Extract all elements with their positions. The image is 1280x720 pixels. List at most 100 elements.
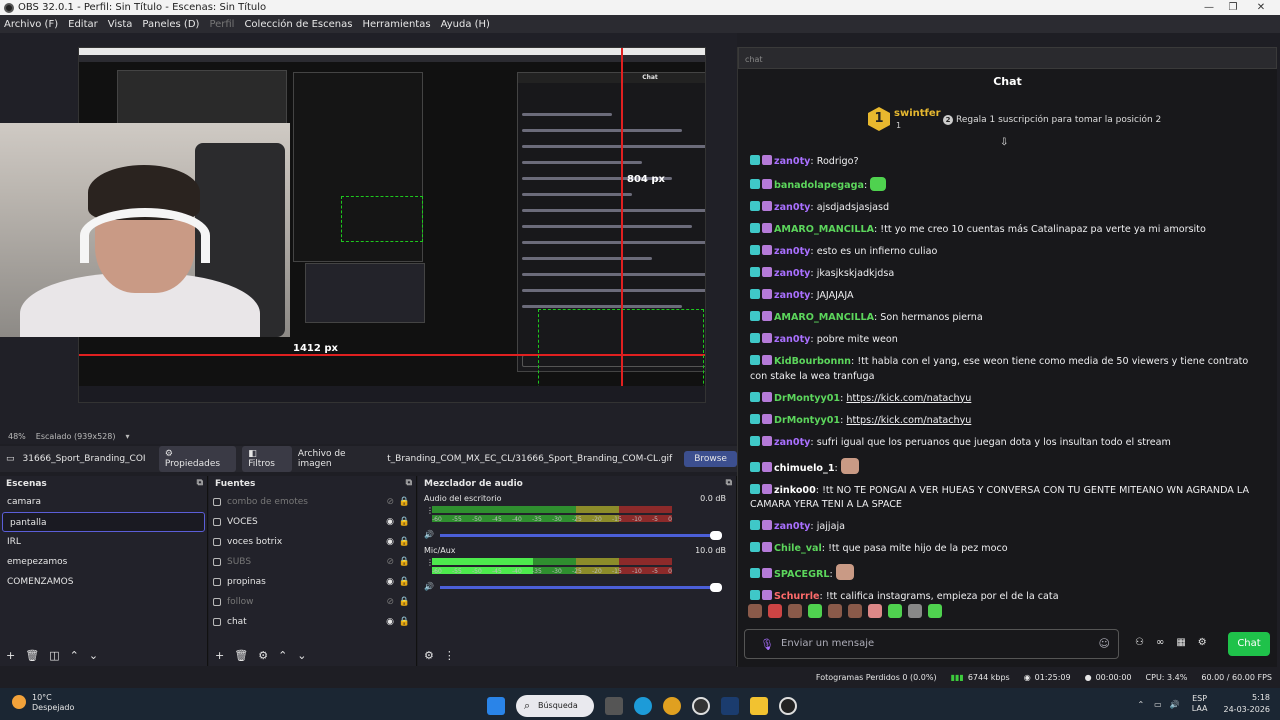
lock-icon[interactable]: 🔒 <box>399 552 410 572</box>
chat-username[interactable]: zinko00 <box>774 485 816 496</box>
source-item[interactable]: combo de emotes ⊘ 🔒 <box>209 492 416 512</box>
lock-icon[interactable]: 🔒 <box>399 612 410 632</box>
collapse-icon[interactable]: ⇩ <box>1000 137 1008 148</box>
minimize-button[interactable]: — <box>1196 0 1222 15</box>
chat-username[interactable]: Chile_val <box>774 543 822 554</box>
chat-username[interactable]: zan0ty <box>774 290 810 301</box>
volume-slider[interactable] <box>440 583 722 592</box>
source-item[interactable]: SUBS ⊘ 🔒 <box>209 552 416 572</box>
chat-username[interactable]: banadolapegaga <box>774 180 864 191</box>
emoji-icon[interactable]: ☺ <box>1099 637 1110 650</box>
close-button[interactable]: ✕ <box>1248 0 1274 15</box>
scene-item[interactable]: IRL <box>0 532 207 552</box>
volume-icon[interactable]: 🔊 <box>1170 700 1180 709</box>
slider-knob[interactable] <box>710 531 722 540</box>
source-item[interactable]: VOCES ◉ 🔒 <box>209 512 416 532</box>
image-file-path[interactable]: t_Branding_COM_MX_EC_CL/31666_Sport_Bran… <box>387 454 672 464</box>
maximize-button[interactable]: ❐ <box>1220 0 1246 15</box>
move-up-icon[interactable]: ⌃ <box>278 649 287 662</box>
microphone-icon[interactable]: 🎙 <box>760 638 774 651</box>
task-view-icon[interactable] <box>605 697 623 715</box>
filter-icon[interactable]: ◫ <box>49 649 59 662</box>
browse-button[interactable]: Browse <box>684 451 737 467</box>
preview-canvas[interactable]: Chat 1412 px 804 px <box>0 33 737 428</box>
tray-chevron-icon[interactable]: ⌃ <box>1137 700 1144 709</box>
scene-item[interactable]: COMENZAMOS <box>0 572 207 592</box>
volume-slider[interactable] <box>440 531 722 540</box>
gift-prompt[interactable]: 2 Regala 1 suscripción para tomar la posi… <box>943 115 1161 125</box>
gear-icon[interactable]: ⚙ <box>258 649 268 662</box>
lock-icon[interactable]: 🔒 <box>399 512 410 532</box>
chat-send-button[interactable]: Chat <box>1228 632 1270 656</box>
edge-icon[interactable] <box>634 697 652 715</box>
dock-pin-icon[interactable]: ⧉ <box>726 478 732 488</box>
weather-widget[interactable]: 10°C Despejado <box>12 693 74 713</box>
zoom-level[interactable]: 48% <box>8 432 26 441</box>
lock-icon[interactable]: 🔒 <box>399 532 410 552</box>
store-icon[interactable]: ▦ <box>1176 637 1185 648</box>
chat-username[interactable]: zan0ty <box>774 202 810 213</box>
chat-input[interactable]: 🎙 Enviar un mensaje ☺ <box>744 629 1119 659</box>
taskbar-clock[interactable]: 5:18 24-03-2026 <box>1224 692 1271 716</box>
scene-item-selected[interactable]: pantalla <box>2 512 205 532</box>
network-icon[interactable]: ▭ <box>1154 700 1162 709</box>
source-item[interactable]: voces botrix ◉ 🔒 <box>209 532 416 552</box>
chat-username[interactable]: DrMontyy01 <box>774 393 840 404</box>
filters-button[interactable]: ◧ Filtros <box>242 446 292 472</box>
eye-hidden-icon[interactable]: ⊘ <box>386 552 394 572</box>
add-icon[interactable]: + <box>215 649 224 662</box>
chat-text[interactable]: https://kick.com/natachyu <box>846 415 971 426</box>
eye-hidden-icon[interactable]: ⊘ <box>386 592 394 612</box>
lock-icon[interactable]: 🔒 <box>399 572 410 592</box>
menu-coleccion-escenas[interactable]: Colección de Escenas <box>244 19 352 30</box>
scaling-label[interactable]: Escalado (939x528) <box>36 432 116 441</box>
chat-username[interactable]: Schurrle <box>774 591 820 602</box>
steam-icon[interactable] <box>721 697 739 715</box>
dock-pin-icon[interactable]: ⧉ <box>406 478 412 488</box>
windows-start-icon[interactable] <box>487 697 505 715</box>
chat-text[interactable]: https://kick.com/natachyu <box>846 393 971 404</box>
lock-icon[interactable]: 🔒 <box>399 592 410 612</box>
chat-username[interactable]: zan0ty <box>774 437 810 448</box>
properties-button[interactable]: ⚙ Propiedades <box>158 446 237 472</box>
trash-icon[interactable]: 🗑 <box>25 649 39 662</box>
speaker-icon[interactable]: 🔊 <box>424 582 434 591</box>
chat-users-icon[interactable]: ⚇ <box>1135 637 1144 648</box>
dock-pin-icon[interactable]: ⧉ <box>197 478 203 488</box>
infinity-icon[interactable]: ∞ <box>1156 637 1164 648</box>
chat-url-bar[interactable]: chat <box>738 47 1277 69</box>
language-indicator[interactable]: ESP LAA <box>1192 694 1208 714</box>
chat-username[interactable]: DrMontyy01 <box>774 415 840 426</box>
menu-vista[interactable]: Vista <box>108 19 133 30</box>
lock-icon[interactable]: 🔒 <box>399 492 410 512</box>
obs-icon[interactable] <box>692 697 710 715</box>
top-gifter-name[interactable]: swintfer <box>894 108 941 119</box>
chat-username[interactable]: zan0ty <box>774 334 810 345</box>
chat-username[interactable]: zan0ty <box>774 268 810 279</box>
gear-icon[interactable]: ⚙ <box>1198 637 1207 648</box>
scene-item[interactable]: emepezamos <box>0 552 207 572</box>
add-icon[interactable]: + <box>6 649 15 662</box>
chat-username[interactable]: AMARO_MANCILLA <box>774 312 874 323</box>
eye-icon[interactable]: ◉ <box>386 512 394 532</box>
source-item[interactable]: follow ⊘ 🔒 <box>209 592 416 612</box>
menu-archivo[interactable]: Archivo (F) <box>4 19 58 30</box>
eye-icon[interactable]: ◉ <box>386 572 394 592</box>
media-player-icon[interactable] <box>779 697 797 715</box>
eye-hidden-icon[interactable]: ⊘ <box>386 492 394 512</box>
eye-icon[interactable]: ◉ <box>386 612 394 632</box>
move-up-icon[interactable]: ⌃ <box>70 649 79 662</box>
mixer-menu-icon[interactable]: ⋮ <box>444 649 455 662</box>
chrome-icon[interactable] <box>663 697 681 715</box>
menu-ayuda[interactable]: Ayuda (H) <box>441 19 490 30</box>
slider-knob[interactable] <box>710 583 722 592</box>
chat-username[interactable]: zan0ty <box>774 521 810 532</box>
file-explorer-icon[interactable] <box>750 697 768 715</box>
trash-icon[interactable]: 🗑 <box>234 649 248 662</box>
chat-username[interactable]: KidBourbonnn <box>774 356 851 367</box>
source-item[interactable]: propinas ◉ 🔒 <box>209 572 416 592</box>
move-down-icon[interactable]: ⌄ <box>89 649 98 662</box>
mixer-settings-icon[interactable]: ⚙ <box>424 649 434 662</box>
chat-username[interactable]: AMARO_MANCILLA <box>774 224 874 235</box>
eye-icon[interactable]: ◉ <box>386 532 394 552</box>
